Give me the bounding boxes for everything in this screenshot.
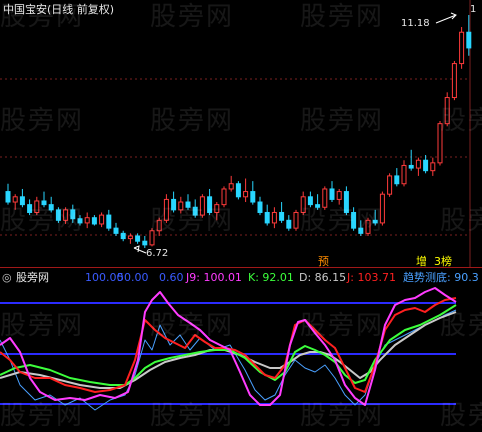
indicator-toggle-icon[interactable]: ◎ xyxy=(2,271,12,284)
indicator-value-d: D: 86.15 xyxy=(299,271,347,284)
candle-body[interactable] xyxy=(99,214,105,225)
watermark: 股旁网 xyxy=(300,401,385,431)
indicator-name[interactable]: 股旁网 xyxy=(16,271,49,284)
candle-body[interactable] xyxy=(394,175,400,185)
candle-body[interactable] xyxy=(387,175,393,195)
candle-body[interactable] xyxy=(408,164,414,169)
high-annotation xyxy=(435,12,457,24)
candle-body[interactable] xyxy=(293,211,299,229)
indicator-value-k: K: 92.01 xyxy=(248,271,294,284)
candle-body[interactable] xyxy=(329,188,335,200)
watermark: 股旁网 xyxy=(150,401,235,431)
watermark: 股旁网 xyxy=(0,106,85,136)
watermark: 股旁网 xyxy=(0,401,85,431)
low-annotation xyxy=(133,245,147,254)
candle-body[interactable] xyxy=(135,235,141,242)
watermark: 股旁网 xyxy=(440,206,482,236)
ranking-marker[interactable]: 3榜 xyxy=(434,255,452,268)
chart-title: 中国宝安(日线 前复权) xyxy=(3,3,115,16)
indicator-param: 0.60 xyxy=(159,271,184,284)
candle-body[interactable] xyxy=(235,183,241,198)
candle-body[interactable] xyxy=(142,240,148,246)
watermark: 股旁网 xyxy=(0,311,85,341)
high-price-label: 11.18 xyxy=(401,18,430,29)
candle-body[interactable] xyxy=(415,159,421,169)
watermark: 股旁网 xyxy=(440,106,482,136)
indicator-value-j: J: 103.71 xyxy=(347,271,396,284)
candle-body[interactable] xyxy=(286,219,292,229)
candle-body[interactable] xyxy=(423,159,429,172)
candle-body[interactable] xyxy=(113,227,119,234)
candle-body[interactable] xyxy=(279,211,285,221)
candle-body[interactable] xyxy=(271,211,277,224)
watermark: 股旁网 xyxy=(300,2,385,32)
candle-body[interactable] xyxy=(243,191,249,198)
watermark: 股旁网 xyxy=(150,311,235,341)
watermark: 股旁网 xyxy=(150,2,235,32)
watermark: 股旁网 xyxy=(300,206,385,236)
watermark: 股旁网 xyxy=(440,401,482,431)
indicator-param: 50.00 xyxy=(117,271,149,284)
candle-body[interactable] xyxy=(459,31,465,65)
candle-body[interactable] xyxy=(466,31,472,49)
candle-body[interactable] xyxy=(430,162,436,172)
watermark: 股旁网 xyxy=(0,206,85,236)
candle-body[interactable] xyxy=(120,232,126,240)
candle-body[interactable] xyxy=(127,235,133,240)
indicator-value-j9: J9: 100.01 xyxy=(186,271,242,284)
indicator-value-trend: 趋势测底: 90.3 xyxy=(403,271,479,284)
watermark: 股旁网 xyxy=(150,106,235,136)
forecast-marker[interactable]: 预 xyxy=(318,255,329,268)
candle-body[interactable] xyxy=(264,211,270,224)
increase-marker[interactable]: 增 xyxy=(416,255,427,268)
candle-body[interactable] xyxy=(250,191,256,203)
candle-body[interactable] xyxy=(451,63,457,99)
corner-label: 1 xyxy=(470,4,477,15)
candle-body[interactable] xyxy=(84,217,90,224)
candle-body[interactable] xyxy=(91,217,97,225)
watermark: 股旁网 xyxy=(300,311,385,341)
low-price-label: 6.72 xyxy=(146,248,169,259)
candle-body[interactable] xyxy=(228,183,234,190)
candle-body[interactable] xyxy=(257,201,263,213)
watermark: 股旁网 xyxy=(440,311,482,341)
candle-body[interactable] xyxy=(336,191,342,200)
watermark: 股旁网 xyxy=(150,206,235,236)
watermark: 股旁网 xyxy=(300,106,385,136)
candle-body[interactable] xyxy=(106,214,112,229)
candle-body[interactable] xyxy=(401,164,407,185)
